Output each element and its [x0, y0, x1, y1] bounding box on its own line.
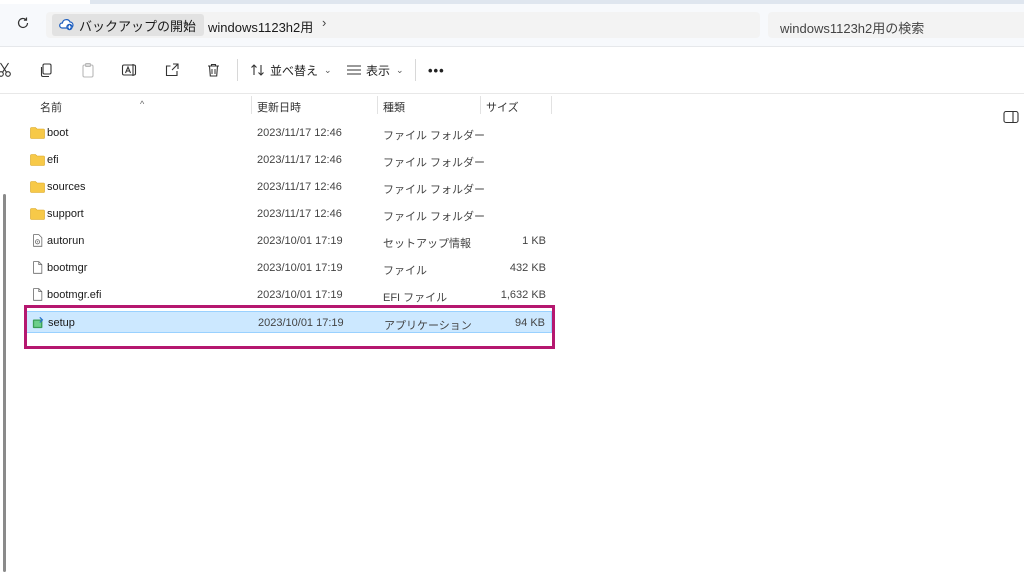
sort-label: 並べ替え	[270, 63, 319, 78]
sort-ascending-icon: ^	[140, 99, 145, 109]
more-options-button[interactable]: •••	[428, 60, 445, 80]
chevron-right-icon[interactable]: ›	[322, 15, 326, 30]
file-name: bootmgr	[47, 262, 88, 274]
details-pane-icon[interactable]	[1003, 110, 1019, 129]
file-size: 1 KB	[522, 235, 546, 247]
sort-icon	[250, 63, 266, 77]
vertical-scrollbar[interactable]	[0, 94, 9, 575]
address-bar[interactable]: バックアップの開始 › windows1123h2用 ›	[46, 12, 760, 38]
command-bar: 並べ替え ⌄ 表示 ⌄ •••	[0, 47, 1024, 124]
file-row[interactable]: sources 2023/11/17 12:46 ファイル フォルダー	[26, 176, 552, 198]
folder-icon	[30, 153, 45, 166]
highlight-box	[24, 305, 555, 349]
search-input[interactable]: windows1123h2用の検索	[768, 12, 1024, 38]
file-row[interactable]: autorun 2023/10/01 17:19 セットアップ情報 1 KB	[26, 230, 552, 252]
file-type: ファイル フォルダー	[383, 211, 486, 223]
cloud-backup-icon	[58, 17, 74, 34]
scrollbar-thumb[interactable]	[3, 194, 6, 572]
file-icon	[30, 261, 45, 274]
view-list-icon	[346, 64, 362, 76]
column-header-row: ^ 名前 更新日時 種類 サイズ	[22, 94, 562, 116]
file-row[interactable]: boot 2023/11/17 12:46 ファイル フォルダー	[26, 122, 552, 144]
file-row[interactable]: bootmgr.efi 2023/10/01 17:19 EFI ファイル 1,632…	[26, 284, 552, 306]
address-row: バックアップの開始 › windows1123h2用 › windows1123…	[0, 4, 1024, 47]
column-header-type[interactable]: 種類	[383, 99, 405, 115]
column-header-size[interactable]: サイズ	[486, 99, 519, 115]
view-label: 表示	[366, 63, 391, 78]
breadcrumb-backup-label: バックアップの開始	[79, 18, 197, 34]
file-row[interactable]: bootmgr 2023/10/01 17:19 ファイル 432 KB	[26, 257, 552, 279]
file-type: EFI ファイル	[383, 292, 448, 304]
toolbar-divider	[237, 59, 238, 81]
setup-info-icon	[30, 234, 45, 247]
file-type: ファイル フォルダー	[383, 184, 486, 196]
rename-icon[interactable]	[121, 60, 138, 80]
cut-icon[interactable]	[0, 60, 12, 80]
file-row[interactable]: support 2023/11/17 12:46 ファイル フォルダー	[26, 203, 552, 225]
file-date: 2023/11/17 12:46	[257, 208, 342, 220]
file-date: 2023/11/17 12:46	[257, 154, 342, 166]
folder-icon	[30, 126, 45, 139]
chevron-down-icon: ⌄	[324, 64, 332, 75]
file-name: bootmgr.efi	[47, 289, 102, 301]
file-row[interactable]: efi 2023/11/17 12:46 ファイル フォルダー	[26, 149, 552, 171]
search-placeholder: windows1123h2用の検索	[780, 21, 925, 36]
column-header-name[interactable]: 名前	[40, 99, 62, 115]
delete-icon[interactable]	[206, 60, 221, 80]
file-name: support	[47, 208, 84, 220]
file-size: 1,632 KB	[500, 289, 546, 301]
file-date: 2023/11/17 12:46	[257, 127, 342, 139]
share-icon[interactable]	[164, 60, 180, 80]
file-date: 2023/10/01 17:19	[257, 235, 343, 247]
folder-icon	[30, 207, 45, 220]
file-size: 432 KB	[509, 262, 546, 274]
copy-icon[interactable]	[38, 60, 54, 80]
toolbar-divider	[415, 59, 416, 81]
file-date: 2023/10/01 17:19	[257, 289, 343, 301]
column-header-date[interactable]: 更新日時	[257, 99, 301, 115]
chevron-down-icon: ⌄	[396, 64, 404, 75]
sort-button[interactable]: 並べ替え ⌄	[250, 60, 332, 80]
file-name: autorun	[47, 235, 85, 247]
view-button[interactable]: 表示 ⌄	[346, 60, 404, 80]
file-date: 2023/10/01 17:19	[257, 262, 343, 274]
refresh-icon[interactable]	[14, 16, 32, 34]
file-date: 2023/11/17 12:46	[257, 181, 342, 193]
file-type: セットアップ情報	[383, 238, 471, 250]
breadcrumb-folder[interactable]: windows1123h2用	[208, 17, 313, 36]
file-type: ファイル	[383, 265, 427, 277]
file-name: sources	[47, 181, 86, 193]
file-type: ファイル フォルダー	[383, 130, 486, 142]
breadcrumb-backup[interactable]: バックアップの開始	[52, 14, 205, 36]
file-icon	[30, 288, 45, 301]
file-type: ファイル フォルダー	[383, 157, 486, 169]
chevron-right-icon[interactable]: ›	[184, 15, 188, 30]
paste-icon[interactable]	[80, 60, 96, 80]
folder-icon	[30, 180, 45, 193]
file-name: efi	[47, 154, 59, 166]
file-name: boot	[47, 127, 69, 139]
